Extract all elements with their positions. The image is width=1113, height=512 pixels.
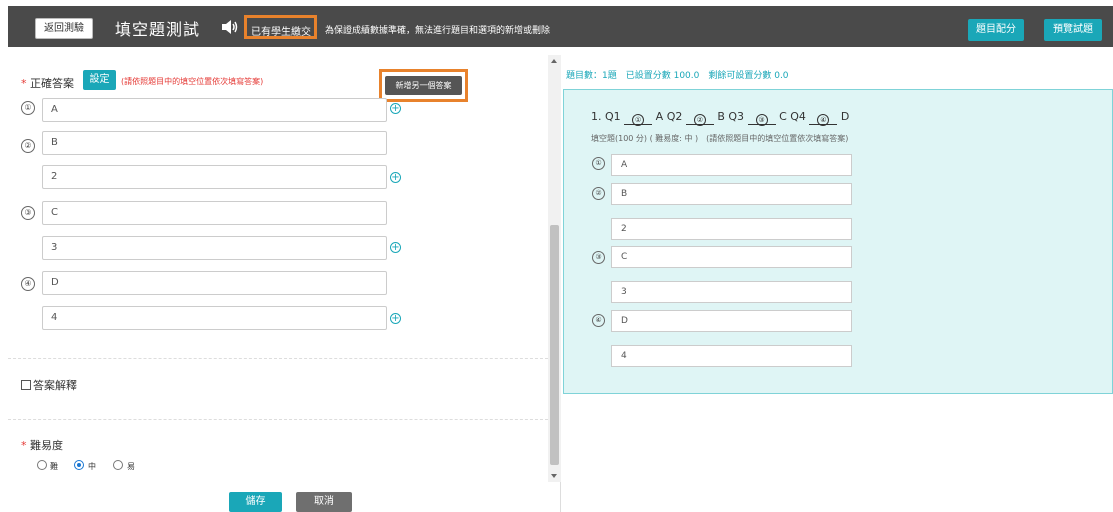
preview-answer-input[interactable]: 3 [611,281,852,303]
preview-answer-input[interactable]: 2 [611,218,852,240]
difficulty-hard-radio[interactable] [37,460,47,470]
add-answer-icon[interactable]: + [390,313,401,324]
speaker-icon [222,20,238,34]
question-preview: 1. Q1 ① A Q2 ② B Q3 ③ C Q4 ④ D 填空題(100 分… [563,89,1113,394]
difficulty-label: * 難易度 [21,439,63,452]
blank-number: ② [21,139,35,153]
question-part: B Q3 [717,110,745,123]
difficulty-medium-label: 中 [88,462,96,471]
answer-editor-panel: * 正確答案 設定 (請依照題目中的填空位置依次填寫答案) 新增另一個答案 ① … [8,55,561,512]
difficulty-easy-label: 易 [127,462,135,471]
section-divider [8,358,548,359]
blank-number: ③ [21,206,35,220]
preview-questions-button[interactable]: 預覽試題 [1044,19,1102,41]
tooltip-highlight-box: 新增另一個答案 [379,69,468,102]
question-part: C Q4 [779,110,806,123]
question-part: D [840,110,850,123]
question-part: A Q2 [655,110,683,123]
question-meta: 填空題(100 分) ( 難易度: 中 ) (請依照題目中的填空位置依次填寫答案… [591,134,849,143]
answer-input[interactable]: C [42,201,387,225]
preview-blank-number: ② [592,187,605,200]
answer-input[interactable]: 2 [42,165,387,189]
section-divider [8,419,548,420]
preview-answer-input[interactable]: C [611,246,852,268]
explanation-label: 答案解釋 [33,379,77,392]
answer-input[interactable]: A [42,98,387,122]
answer-input[interactable]: D [42,271,387,295]
difficulty-hard-label: 難 [50,462,58,471]
answer-input[interactable]: 4 [42,306,387,330]
score-allocation-button[interactable]: 題目配分 [968,19,1024,41]
difficulty-medium-radio[interactable] [74,460,84,470]
answer-input[interactable]: 3 [42,236,387,260]
scroll-thumb[interactable] [550,225,559,465]
question-blank: ① [624,112,653,126]
blank-number: ④ [21,277,35,291]
set-button[interactable]: 設定 [83,70,116,90]
preview-answer-input[interactable]: 4 [611,345,852,367]
question-part: Q1 [605,110,621,123]
preview-answer-input[interactable]: B [611,183,852,205]
add-answer-tooltip: 新增另一個答案 [385,76,462,95]
question-text: 1. Q1 ① A Q2 ② B Q3 ③ C Q4 ④ D [591,110,850,126]
difficulty-easy-radio[interactable] [113,460,123,470]
submitted-badge: 已有學生繳交 [251,27,311,38]
preview-answer-input[interactable]: A [611,154,852,176]
top-bar: 返回測驗 填空題測試 已有學生繳交 為保證成績數據準確，無法進行題目和選項的新增… [8,6,1113,47]
preview-answer-input[interactable]: D [611,310,852,332]
question-number: 1. [591,110,602,123]
answer-hint: (請依照題目中的填空位置依次填寫答案) [121,77,264,86]
question-blank: ③ [747,112,776,126]
question-blank: ② [685,112,714,126]
blank-number: ① [21,101,35,115]
add-answer-icon[interactable]: + [390,172,401,183]
preview-blank-number: ④ [592,314,605,327]
cancel-button[interactable]: 取消 [296,492,352,512]
preview-blank-number: ① [592,157,605,170]
scroll-up-arrow-icon[interactable] [551,59,557,63]
explanation-checkbox[interactable] [21,380,31,390]
preview-blank-number: ③ [592,251,605,264]
save-button[interactable]: 儲存 [229,492,282,512]
question-stats: 題目數：1題 已設置分數 100.0 剩餘可設置分數 0.0 [566,71,789,81]
editor-scrollbar[interactable] [548,55,561,482]
answer-input[interactable]: B [42,131,387,155]
scroll-down-arrow-icon[interactable] [551,474,557,478]
question-blank: ④ [809,112,838,126]
add-answer-icon[interactable]: + [390,103,401,114]
add-answer-icon[interactable]: + [390,242,401,253]
warning-message: 為保證成績數據準確，無法進行題目和選項的新增或刪除 [325,26,551,36]
page-title: 填空題測試 [115,20,201,39]
correct-answer-label: * 正確答案 [21,77,74,90]
back-to-exam-button[interactable]: 返回測驗 [35,18,93,39]
